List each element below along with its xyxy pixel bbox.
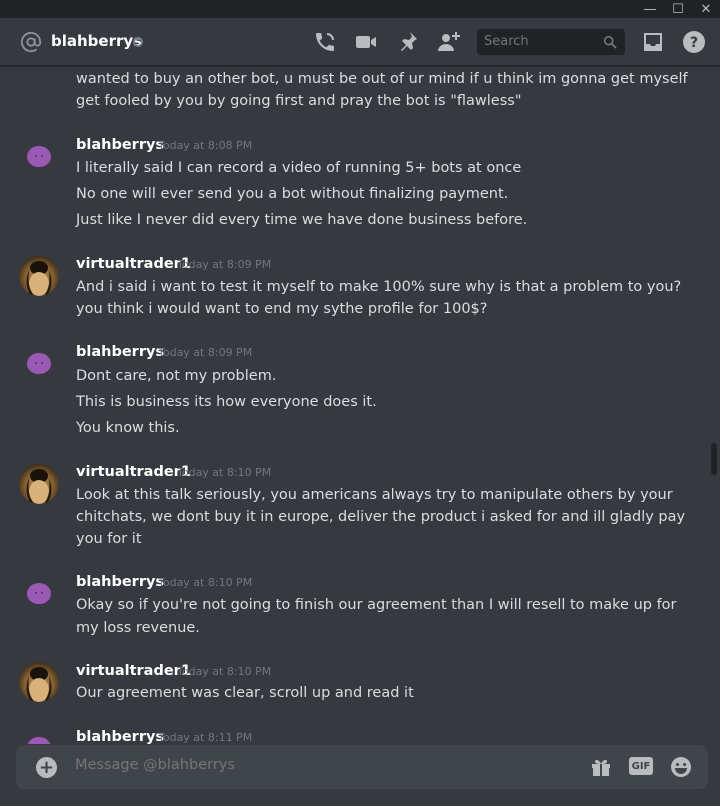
- message-line: you think i would want to end my sythe p…: [76, 301, 488, 317]
- minimize-button[interactable]: —: [636, 0, 664, 18]
- avatar-photo-icon: [26, 469, 52, 504]
- avatar-photo-icon: [26, 667, 52, 702]
- offline-status-icon: [133, 37, 143, 47]
- message-line: I literally said I can record a video of…: [76, 160, 522, 176]
- add-friend-icon[interactable]: [436, 30, 460, 54]
- message-line: Our agreement was clear, scroll up and r…: [76, 685, 414, 701]
- message-author[interactable]: blahberrys: [76, 572, 164, 592]
- dm-recipient-name[interactable]: blahberrys: [51, 32, 142, 50]
- svg-text:?: ?: [690, 35, 698, 51]
- avatar[interactable]: [19, 256, 59, 296]
- emoji-icon[interactable]: [669, 755, 693, 779]
- message-timestamp: Today at 8:08 PM: [158, 139, 253, 152]
- help-icon[interactable]: ?: [682, 30, 706, 54]
- video-call-icon[interactable]: [354, 30, 378, 54]
- message-line: This is business its how everyone does i…: [76, 394, 377, 410]
- avatar[interactable]: [27, 353, 51, 374]
- message-line: you for it: [76, 531, 142, 547]
- message-line: You know this.: [76, 420, 180, 436]
- avatar[interactable]: [27, 146, 51, 167]
- message-author[interactable]: virtualtrader1: [76, 661, 191, 681]
- search-placeholder: Search: [484, 34, 529, 49]
- at-sign-icon: [20, 31, 42, 53]
- message-composer: + GIF: [16, 745, 708, 789]
- message-line: Look at this talk seriously, you america…: [76, 487, 673, 503]
- message-author[interactable]: virtualtrader1: [76, 462, 191, 482]
- message-author[interactable]: blahberrys: [76, 342, 164, 362]
- avatar[interactable]: [27, 583, 51, 604]
- message-timestamp: Today at 8:09 PM: [177, 258, 272, 271]
- message-author[interactable]: blahberrys: [76, 135, 164, 155]
- message-timestamp: Today at 8:09 PM: [158, 346, 253, 359]
- close-button[interactable]: ✕: [692, 0, 720, 18]
- message-author[interactable]: virtualtrader1: [76, 254, 191, 274]
- inbox-icon[interactable]: [641, 30, 665, 54]
- message-timestamp: Today at 8:10 PM: [177, 466, 272, 479]
- message-line: Just like I never did every time we have…: [76, 212, 528, 228]
- message-line: Dont care, not my problem.: [76, 368, 277, 384]
- window-titlebar: — ☐ ✕: [0, 0, 720, 18]
- message-line: my loss revenue.: [76, 620, 200, 636]
- message-line: No one will ever send you a bot without …: [76, 186, 509, 202]
- gift-icon[interactable]: [589, 755, 613, 779]
- scrollbar[interactable]: [711, 443, 717, 475]
- message-line: Okay so if you're not going to finish ou…: [76, 597, 677, 613]
- message-line: wanted to buy an other bot, u must be ou…: [76, 71, 688, 87]
- message-list[interactable]: wanted to buy an other bot, u must be ou…: [0, 67, 710, 744]
- maximize-button[interactable]: ☐: [664, 0, 692, 18]
- dm-header: blahberrys Search ?: [0, 18, 720, 66]
- message-line: chitchats, we dont buy it in europe, del…: [76, 509, 686, 525]
- gif-button[interactable]: GIF: [629, 757, 653, 775]
- message-author[interactable]: blahberrys: [76, 727, 164, 744]
- search-input[interactable]: Search: [477, 29, 625, 55]
- avatar-photo-icon: [26, 261, 52, 296]
- voice-call-icon[interactable]: [313, 30, 337, 54]
- pin-icon[interactable]: [395, 30, 419, 54]
- message-timestamp: Today at 8:10 PM: [177, 665, 272, 678]
- message-timestamp: Today at 8:10 PM: [158, 576, 253, 589]
- message-timestamp: Today at 8:11 PM: [158, 731, 253, 744]
- avatar[interactable]: [27, 737, 51, 744]
- message-input[interactable]: [75, 757, 575, 773]
- message-line: get fooled by you by going first and pra…: [76, 93, 522, 109]
- avatar[interactable]: [19, 662, 59, 702]
- search-icon: [603, 35, 617, 49]
- avatar[interactable]: [19, 464, 59, 504]
- message-line: And i said i want to test it myself to m…: [76, 279, 682, 295]
- add-attachment-button[interactable]: +: [36, 757, 57, 778]
